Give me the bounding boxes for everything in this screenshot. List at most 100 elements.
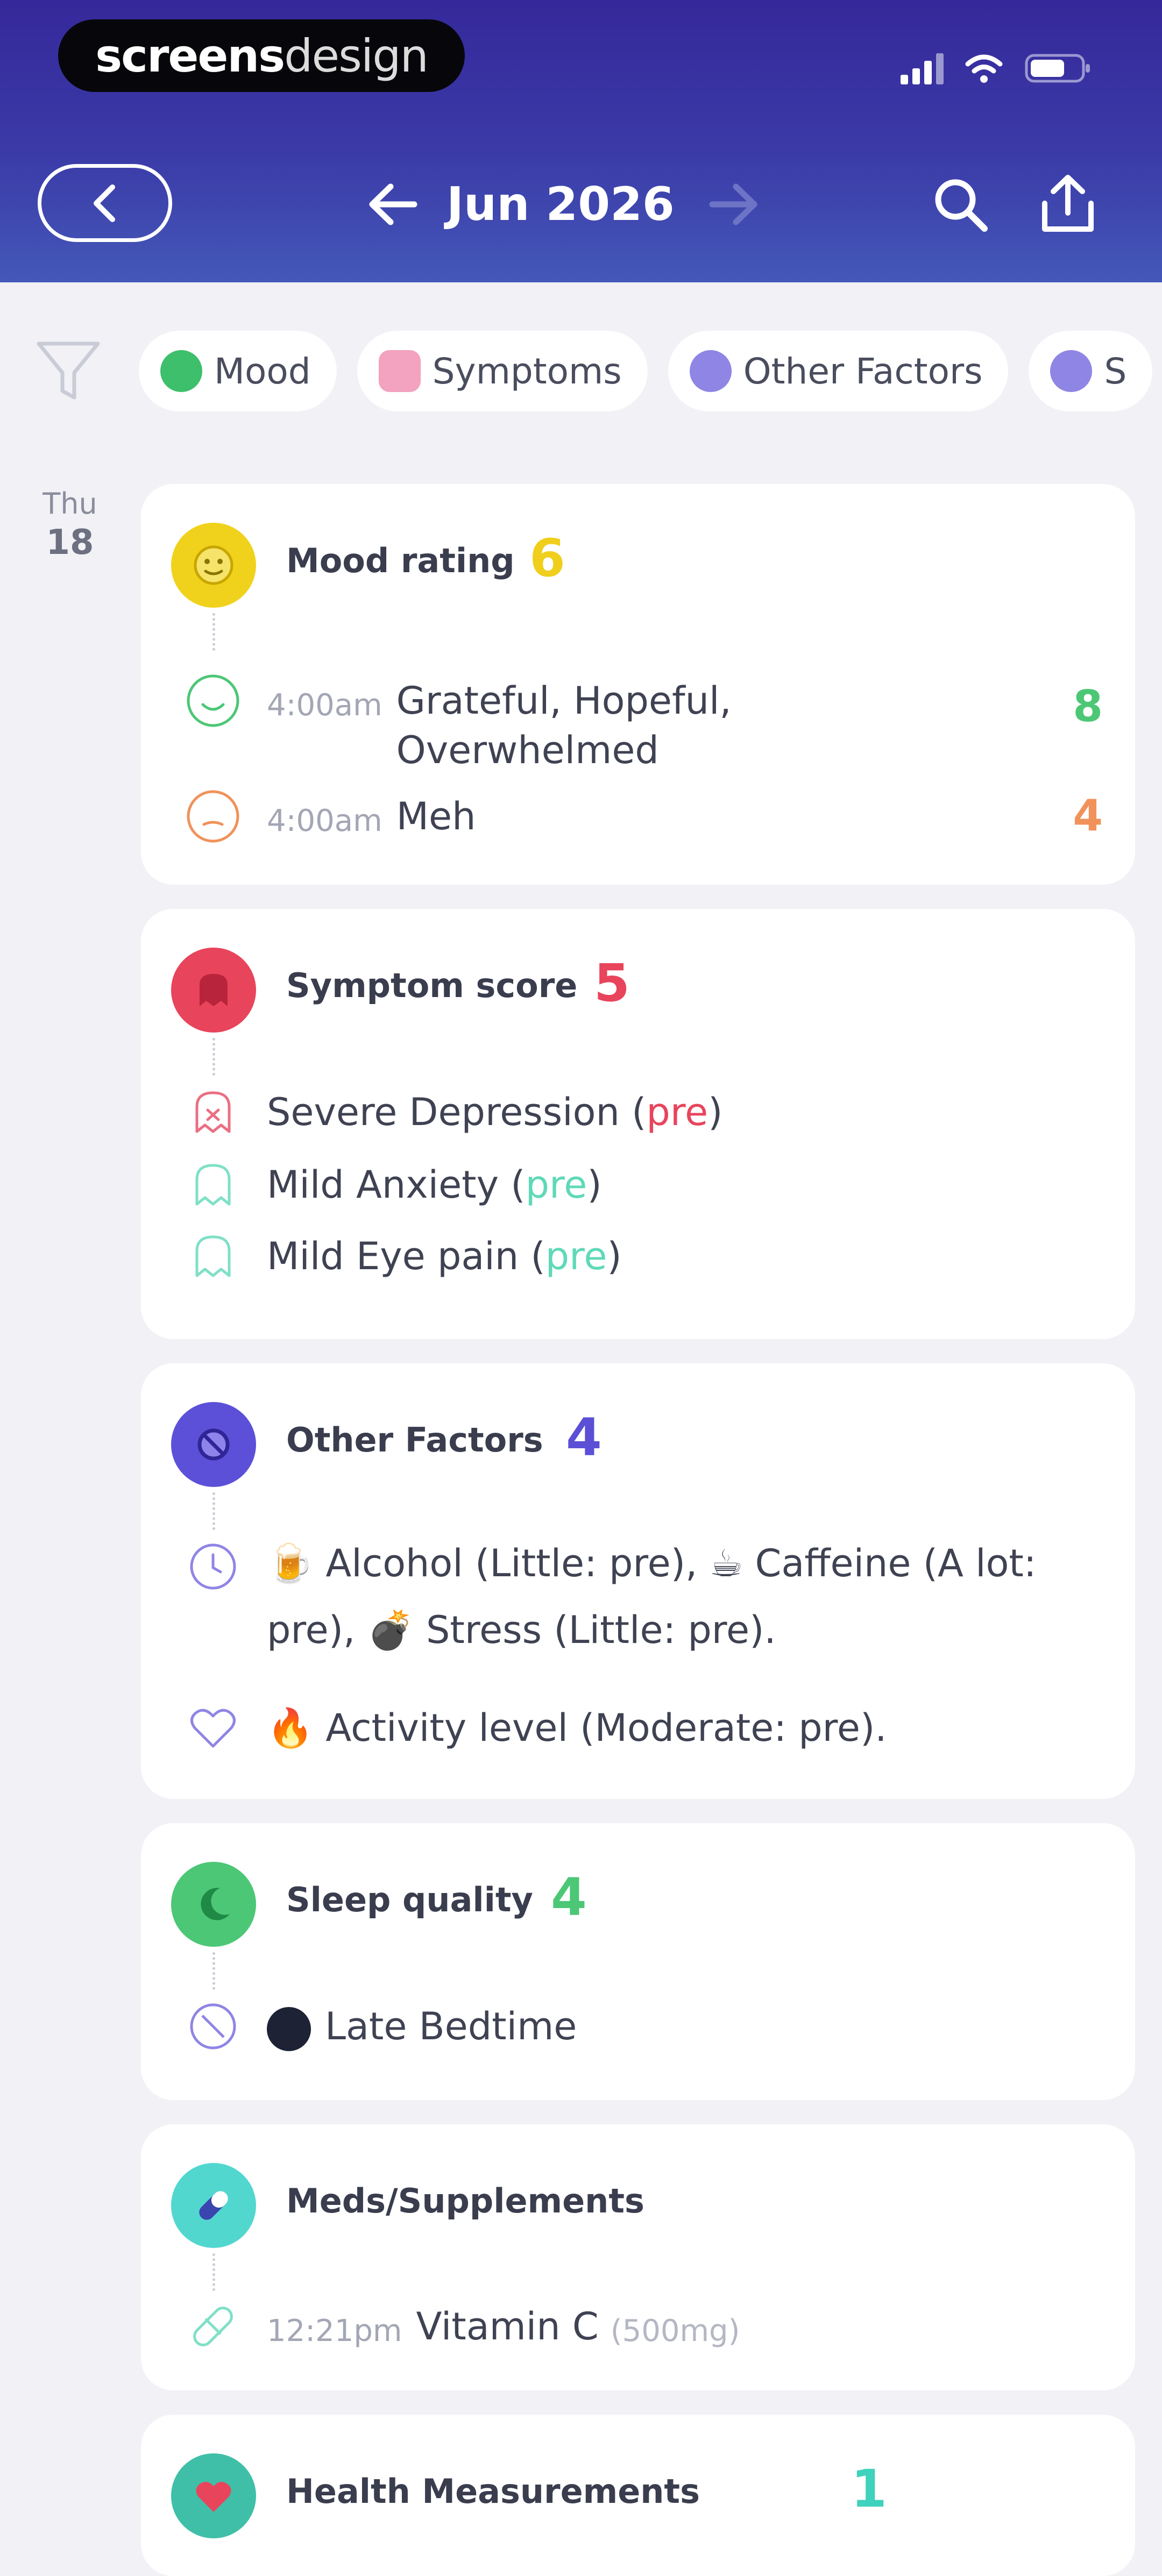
med-dose: (500mg) bbox=[610, 2314, 740, 2349]
symptom-score-icon bbox=[171, 948, 256, 1033]
symptom-entry[interactable]: Mild Eye pain (pre) bbox=[182, 1225, 1103, 1287]
other-factors-icon bbox=[171, 1402, 256, 1487]
sleep-icon bbox=[182, 1995, 244, 2058]
mood-card[interactable]: Mood rating 6 4:00am Grateful, Hopeful, … bbox=[141, 484, 1135, 885]
timeline-connector bbox=[212, 1492, 215, 1530]
card-title: Meds/Supplements bbox=[286, 2181, 644, 2221]
symptom-tag: pre bbox=[646, 1090, 708, 1134]
wifi-icon bbox=[965, 54, 1003, 83]
mood-entry[interactable]: 4:00am Grateful, Hopeful, Overwhelmed 8 bbox=[182, 670, 1103, 775]
health-score: 1 bbox=[851, 2459, 887, 2519]
timeline-connector bbox=[212, 2253, 215, 2291]
card-title: Symptom score bbox=[286, 966, 578, 1005]
next-month-button[interactable] bbox=[707, 180, 761, 229]
other-factors-icon bbox=[689, 350, 732, 392]
neutral-face-icon bbox=[182, 785, 244, 848]
header-actions bbox=[931, 172, 1097, 237]
search-icon[interactable] bbox=[931, 175, 990, 234]
weekday-label: Thu bbox=[42, 487, 97, 521]
symptom-name: Mild Eye pain bbox=[267, 1234, 519, 1278]
mood-entry[interactable]: 4:00am Meh 4 bbox=[182, 785, 1103, 848]
filter-icon[interactable] bbox=[33, 337, 103, 407]
filter-bar: Mood Symptoms Other Factors S bbox=[0, 325, 1162, 417]
factors-entry[interactable]: 🔥 Activity level (Moderate: pre). bbox=[182, 1697, 1103, 1759]
symptom-tag: pre bbox=[525, 1163, 587, 1207]
timeline-connector bbox=[212, 1952, 215, 1990]
previous-month-button[interactable] bbox=[366, 180, 420, 229]
sleep-score: 4 bbox=[551, 1867, 587, 1927]
card-title: Mood rating bbox=[286, 541, 515, 580]
health-measurements-icon bbox=[171, 2453, 256, 2538]
symptom-score: 5 bbox=[594, 953, 630, 1013]
health-measurements-card[interactable]: Health Measurements 1 bbox=[141, 2415, 1135, 2576]
filter-chip-sleep[interactable]: S bbox=[1029, 331, 1153, 411]
factors-score: 4 bbox=[566, 1407, 602, 1468]
day-number: 18 bbox=[46, 523, 94, 563]
filter-chip-other-factors[interactable]: Other Factors bbox=[668, 331, 1009, 411]
timeline-connector bbox=[212, 613, 215, 651]
symptom-entry[interactable]: Mild Anxiety (pre) bbox=[182, 1154, 1103, 1216]
symptom-name: Severe Depression bbox=[267, 1090, 620, 1134]
factors-text: 🍺 Alcohol (Little: pre), ☕ Caffeine (A l… bbox=[267, 1541, 1037, 1652]
sleep-quality-icon bbox=[171, 1862, 256, 1947]
sleep-entry[interactable]: Late Bedtime bbox=[182, 1995, 1103, 2058]
moon-dot-icon bbox=[267, 2007, 311, 2051]
filter-chip-symptoms[interactable]: Symptoms bbox=[357, 331, 648, 411]
meds-icon bbox=[171, 2163, 256, 2248]
entry-time: 12:21pm bbox=[267, 2314, 402, 2349]
signal-icon bbox=[901, 53, 944, 84]
factors-entry[interactable]: 🍺 Alcohol (Little: pre), ☕ Caffeine (A l… bbox=[182, 1535, 1060, 1663]
symptom-icon bbox=[182, 1154, 244, 1216]
mood-rating-icon bbox=[171, 523, 256, 608]
sleep-entry-text: Late Bedtime bbox=[325, 2004, 577, 2048]
symptom-tag: pre bbox=[545, 1234, 607, 1278]
share-icon[interactable] bbox=[1038, 173, 1097, 236]
day-label: Thu 18 bbox=[32, 487, 108, 563]
back-button[interactable] bbox=[38, 164, 172, 242]
sleep-icon bbox=[1050, 350, 1093, 392]
symptom-name: Mild Anxiety bbox=[267, 1163, 499, 1207]
entry-time: 4:00am bbox=[267, 688, 382, 723]
brand-logo-secondary: design bbox=[284, 29, 429, 82]
entry-text: Grateful, Hopeful, Overwhelmed bbox=[396, 679, 732, 772]
month-navigator: Jun 2026 bbox=[366, 172, 761, 237]
status-bar bbox=[901, 49, 1092, 87]
meds-entry[interactable]: 12:21pm Vitamin C (500mg) bbox=[182, 2295, 1103, 2358]
timeline-connector bbox=[212, 1038, 215, 1076]
entry-value: 8 bbox=[1073, 681, 1103, 731]
card-title: Sleep quality bbox=[286, 1880, 533, 1919]
chevron-left-icon bbox=[94, 184, 115, 222]
mood-score: 6 bbox=[529, 528, 565, 588]
entry-text: Meh bbox=[396, 794, 476, 838]
sleep-card[interactable]: Sleep quality 4 Late Bedtime bbox=[141, 1823, 1135, 2100]
brand-logo-primary: screens bbox=[95, 29, 285, 82]
symptom-card[interactable]: Symptom score 5 Severe Depression (pre) … bbox=[141, 909, 1135, 1339]
entry-time: 4:00am bbox=[267, 803, 382, 838]
heart-activity-icon bbox=[182, 1697, 244, 1759]
symptom-entry[interactable]: Severe Depression (pre) bbox=[182, 1081, 1103, 1143]
clock-icon bbox=[182, 1535, 244, 1598]
symptom-icon bbox=[182, 1081, 244, 1143]
symptom-text: Mild Anxiety (pre) bbox=[267, 1163, 602, 1207]
month-label: Jun 2026 bbox=[447, 177, 675, 231]
symptoms-icon bbox=[378, 350, 421, 392]
entry-value: 4 bbox=[1073, 791, 1103, 841]
factors-text: 🔥 Activity level (Moderate: pre). bbox=[267, 1706, 887, 1750]
card-title: Other Factors bbox=[286, 1420, 543, 1460]
top-app-bar: screens design Jun 2026 bbox=[0, 0, 1162, 282]
mood-icon bbox=[160, 350, 202, 392]
filter-chip-label: S bbox=[1104, 350, 1127, 392]
brand-logo: screens design bbox=[58, 19, 465, 92]
other-factors-card[interactable]: Other Factors 4 🍺 Alcohol (Little: pre),… bbox=[141, 1363, 1135, 1799]
pill-icon bbox=[182, 2295, 244, 2358]
filter-chip-label: Other Factors bbox=[743, 350, 983, 392]
card-title: Health Measurements bbox=[286, 2472, 700, 2511]
symptom-icon bbox=[182, 1225, 244, 1287]
filter-chip-label: Symptoms bbox=[432, 350, 622, 392]
battery-icon bbox=[1025, 54, 1090, 83]
meds-card[interactable]: Meds/Supplements 12:21pm Vitamin C (500m… bbox=[141, 2124, 1135, 2390]
med-name: Vitamin C bbox=[416, 2304, 599, 2349]
symptom-text: Mild Eye pain (pre) bbox=[267, 1234, 622, 1278]
filter-chip-mood[interactable]: Mood bbox=[139, 331, 337, 411]
filter-chip-label: Mood bbox=[214, 350, 311, 392]
